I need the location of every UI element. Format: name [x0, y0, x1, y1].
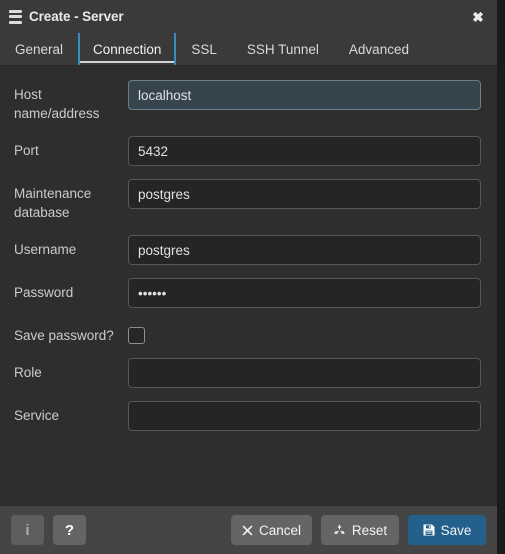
port-control — [128, 136, 481, 166]
tab-ssh-tunnel[interactable]: SSH Tunnel — [232, 33, 334, 65]
field-row-port: Port — [14, 136, 481, 166]
tab-bar: General Connection SSL SSH Tunnel Advanc… — [0, 33, 497, 66]
footer-right-actions: Cancel Reset Save — [230, 515, 486, 545]
cancel-button-label: Cancel — [258, 522, 301, 538]
role-label: Role — [14, 365, 42, 380]
save-password-label: Save password? — [14, 328, 114, 343]
close-x-icon — [242, 525, 253, 536]
field-row-save-password: Save password? — [14, 321, 481, 345]
titlebar-left: Create - Server — [9, 9, 124, 24]
tab-advanced[interactable]: Advanced — [334, 33, 424, 65]
info-button[interactable]: i — [11, 515, 44, 545]
field-row-maintenance-database: Maintenance database — [14, 179, 481, 222]
host-input[interactable] — [128, 80, 481, 110]
password-label: Password — [14, 285, 74, 300]
tab-general[interactable]: General — [0, 33, 78, 65]
field-row-role: Role — [14, 358, 481, 388]
port-input[interactable] — [128, 136, 481, 166]
server-stack-icon — [9, 9, 22, 24]
field-row-host: Host name/address — [14, 80, 481, 123]
host-label: Host name/address — [14, 87, 100, 121]
save-button-label: Save — [440, 522, 472, 538]
service-input[interactable] — [128, 401, 481, 431]
role-input[interactable] — [128, 358, 481, 388]
recycle-icon — [333, 524, 346, 536]
save-password-checkbox[interactable] — [128, 327, 145, 344]
reset-button[interactable]: Reset — [321, 515, 399, 545]
maintenance-database-input[interactable] — [128, 179, 481, 209]
maintenance-database-control — [128, 179, 481, 209]
create-server-dialog: Create - Server ✖ General Connection SSL… — [0, 0, 498, 554]
port-label: Port — [14, 143, 39, 158]
connection-form: Host name/address Port Maintenance datab… — [0, 66, 497, 505]
dialog-titlebar: Create - Server ✖ — [0, 0, 497, 33]
password-control — [128, 278, 481, 308]
service-control — [128, 401, 481, 431]
host-control — [128, 80, 481, 110]
tab-connection[interactable]: Connection — [78, 33, 177, 65]
footer-left-actions: i ? — [11, 515, 86, 545]
save-button[interactable]: Save — [408, 515, 486, 545]
maintenance-database-label: Maintenance database — [14, 186, 92, 220]
password-input[interactable] — [128, 278, 481, 308]
help-button[interactable]: ? — [53, 515, 86, 545]
field-row-service: Service — [14, 401, 481, 431]
field-row-username: Username — [14, 235, 481, 265]
service-label: Service — [14, 408, 60, 423]
tab-ssl[interactable]: SSL — [176, 33, 232, 65]
field-row-password: Password — [14, 278, 481, 308]
close-icon[interactable]: ✖ — [470, 9, 486, 25]
reset-button-label: Reset — [351, 522, 388, 538]
floppy-save-icon — [423, 524, 435, 536]
cancel-button[interactable]: Cancel — [230, 515, 312, 545]
username-label: Username — [14, 242, 77, 257]
dialog-footer: i ? Cancel Reset Save — [0, 505, 497, 554]
role-control — [128, 358, 481, 388]
dialog-title: Create - Server — [29, 9, 124, 24]
username-control — [128, 235, 481, 265]
save-password-control — [128, 321, 481, 344]
username-input[interactable] — [128, 235, 481, 265]
